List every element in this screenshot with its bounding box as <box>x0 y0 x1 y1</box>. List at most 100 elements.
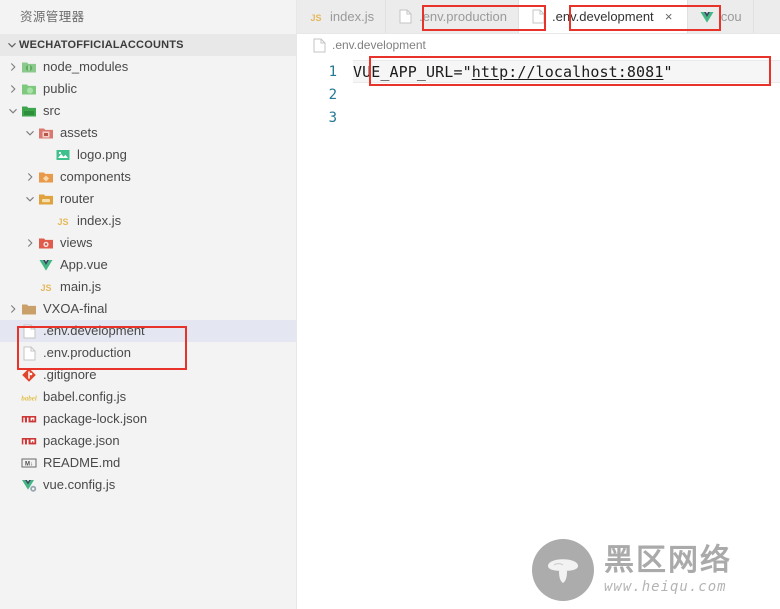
code-token-prefix: VUE_APP_URL=" <box>353 62 472 81</box>
code-line: 2 <box>297 83 780 106</box>
tree-item-node-modules[interactable]: node_modules <box>0 56 297 78</box>
breadcrumb[interactable]: .env.development <box>297 34 780 56</box>
plain-file-icon <box>311 37 327 53</box>
code-editor[interactable]: 1 VUE_APP_URL=" http://localhost:8081 " 2 3 <box>297 56 780 129</box>
tree-item-vue-config-js[interactable]: vue.config.js <box>0 474 297 496</box>
code-token-suffix: " <box>663 62 673 81</box>
chevron-right-icon[interactable] <box>6 62 20 72</box>
tree-item-label: logo.png <box>77 147 127 162</box>
tree-item-label: index.js <box>77 213 122 228</box>
tree-item-logo-png[interactable]: logo.png <box>0 144 297 166</box>
editor-tab-label: index.js <box>330 9 375 24</box>
chevron-right-icon[interactable] <box>6 84 20 94</box>
vue-file-icon <box>37 257 55 273</box>
tree-item-public[interactable]: public <box>0 78 297 100</box>
chevron-down-icon[interactable] <box>23 128 37 138</box>
tree-item-label: src <box>43 103 61 118</box>
folder-node-modules-icon <box>20 59 38 75</box>
code-line-content[interactable] <box>353 106 780 129</box>
vscode-window: 资源管理器 WECHATOFFICIALACCOUNTS node_module… <box>0 0 780 609</box>
tree-item-label: main.js <box>60 279 102 294</box>
watermark: 黑区网络 www.heiqu.com <box>532 537 772 603</box>
plain-file-icon <box>397 9 413 25</box>
chevron-down-icon[interactable] <box>6 106 20 116</box>
editor-tab-bar: JS index.js .env.production .env.developmen… <box>297 0 780 34</box>
tree-item-assets[interactable]: assets <box>0 122 297 144</box>
folder-components-icon <box>37 169 55 185</box>
watermark-text: 黑区网络 www.heiqu.com <box>604 545 732 595</box>
folder-router-icon <box>37 191 55 207</box>
svg-text:M↓: M↓ <box>25 461 33 467</box>
chevron-down-icon[interactable] <box>23 194 37 204</box>
tree-item-package-lock-json[interactable]: package-lock.json <box>0 408 297 430</box>
chevron-right-icon[interactable] <box>6 304 20 314</box>
watermark-url: www.heiqu.com <box>604 578 727 595</box>
line-number: 3 <box>328 109 337 126</box>
tree-item-label: .env.development <box>43 323 145 338</box>
tree-item-label: router <box>60 191 94 206</box>
editor-area: JS index.js .env.production .env.developmen… <box>297 0 780 609</box>
js-file-icon: JS <box>54 213 72 229</box>
code-line-content[interactable] <box>353 83 780 106</box>
tree-item-readme-md[interactable]: M↓ README.md <box>0 452 297 474</box>
tree-item-label: .env.production <box>43 345 131 360</box>
tree-item-vxoa-final[interactable]: VXOA-final <box>0 298 297 320</box>
svg-text:babel: babel <box>21 395 37 403</box>
js-file-icon: JS <box>37 279 55 295</box>
tree-item-components[interactable]: components <box>0 166 297 188</box>
chevron-right-icon[interactable] <box>23 238 37 248</box>
folder-assets-icon <box>37 125 55 141</box>
editor-tab-env-development[interactable]: .env.development × <box>519 0 688 33</box>
explorer-root-folder[interactable]: WECHATOFFICIALACCOUNTS <box>0 34 297 56</box>
code-token-url[interactable]: http://localhost:8081 <box>472 63 664 81</box>
tree-item-label: .gitignore <box>43 367 97 382</box>
tree-item-babel-config-js[interactable]: babel babel.config.js <box>0 386 297 408</box>
tree-item-label: App.vue <box>60 257 108 272</box>
tree-item-router[interactable]: router <box>0 188 297 210</box>
watermark-cn: 黑区网络 <box>604 543 732 579</box>
tree-item-src[interactable]: src <box>0 100 297 122</box>
chevron-right-icon[interactable] <box>23 172 37 182</box>
mushroom-logo-icon <box>532 539 594 601</box>
image-file-icon <box>54 147 72 163</box>
plain-file-icon <box>20 345 38 361</box>
editor-tab-cou[interactable]: cou <box>687 0 754 33</box>
tree-item-index-js[interactable]: JS index.js <box>0 210 297 232</box>
editor-tab-index-js[interactable]: JS index.js <box>297 0 387 33</box>
tree-item-app-vue[interactable]: App.vue <box>0 254 297 276</box>
npm-file-icon <box>20 433 38 449</box>
plain-file-icon <box>20 323 38 339</box>
tree-item-label: vue.config.js <box>43 477 116 492</box>
tree-item-label: views <box>60 235 93 250</box>
svg-text:JS: JS <box>310 13 321 23</box>
tree-item-label: assets <box>60 125 98 140</box>
tree-item-env-production[interactable]: .env.production <box>0 342 297 364</box>
code-line-content[interactable]: VUE_APP_URL=" http://localhost:8081 " <box>353 60 780 83</box>
code-line: 1 VUE_APP_URL=" http://localhost:8081 " <box>297 60 780 83</box>
tree-item-env-development[interactable]: .env.development <box>0 320 297 342</box>
vue-file-icon <box>699 9 715 25</box>
plain-file-icon <box>530 9 546 25</box>
tree-item-main-js[interactable]: JS main.js <box>0 276 297 298</box>
explorer-title: 资源管理器 <box>20 10 85 24</box>
editor-tab-label: .env.development <box>552 9 654 24</box>
editor-tab-env-production[interactable]: .env.production <box>386 0 520 33</box>
tree-item-label: README.md <box>43 455 121 470</box>
npm-file-icon <box>20 411 38 427</box>
git-file-icon <box>20 367 38 383</box>
code-line: 3 <box>297 106 780 129</box>
tree-item-label: VXOA-final <box>43 301 108 316</box>
tree-item-package-json[interactable]: package.json <box>0 430 297 452</box>
svg-text:JS: JS <box>57 217 68 227</box>
tree-item-views[interactable]: views <box>0 232 297 254</box>
folder-views-icon <box>37 235 55 251</box>
close-icon[interactable]: × <box>662 9 676 24</box>
line-number: 1 <box>328 63 337 80</box>
file-tree: node_modulespublic src assets logo.png compo… <box>0 56 297 496</box>
tree-item-gitignore[interactable]: .gitignore <box>0 364 297 386</box>
breadcrumb-label: .env.development <box>332 38 426 52</box>
folder-public-icon <box>20 81 38 97</box>
js-file-icon: JS <box>308 9 324 25</box>
tree-item-label: public <box>43 81 77 96</box>
folder-src-icon <box>20 103 38 119</box>
